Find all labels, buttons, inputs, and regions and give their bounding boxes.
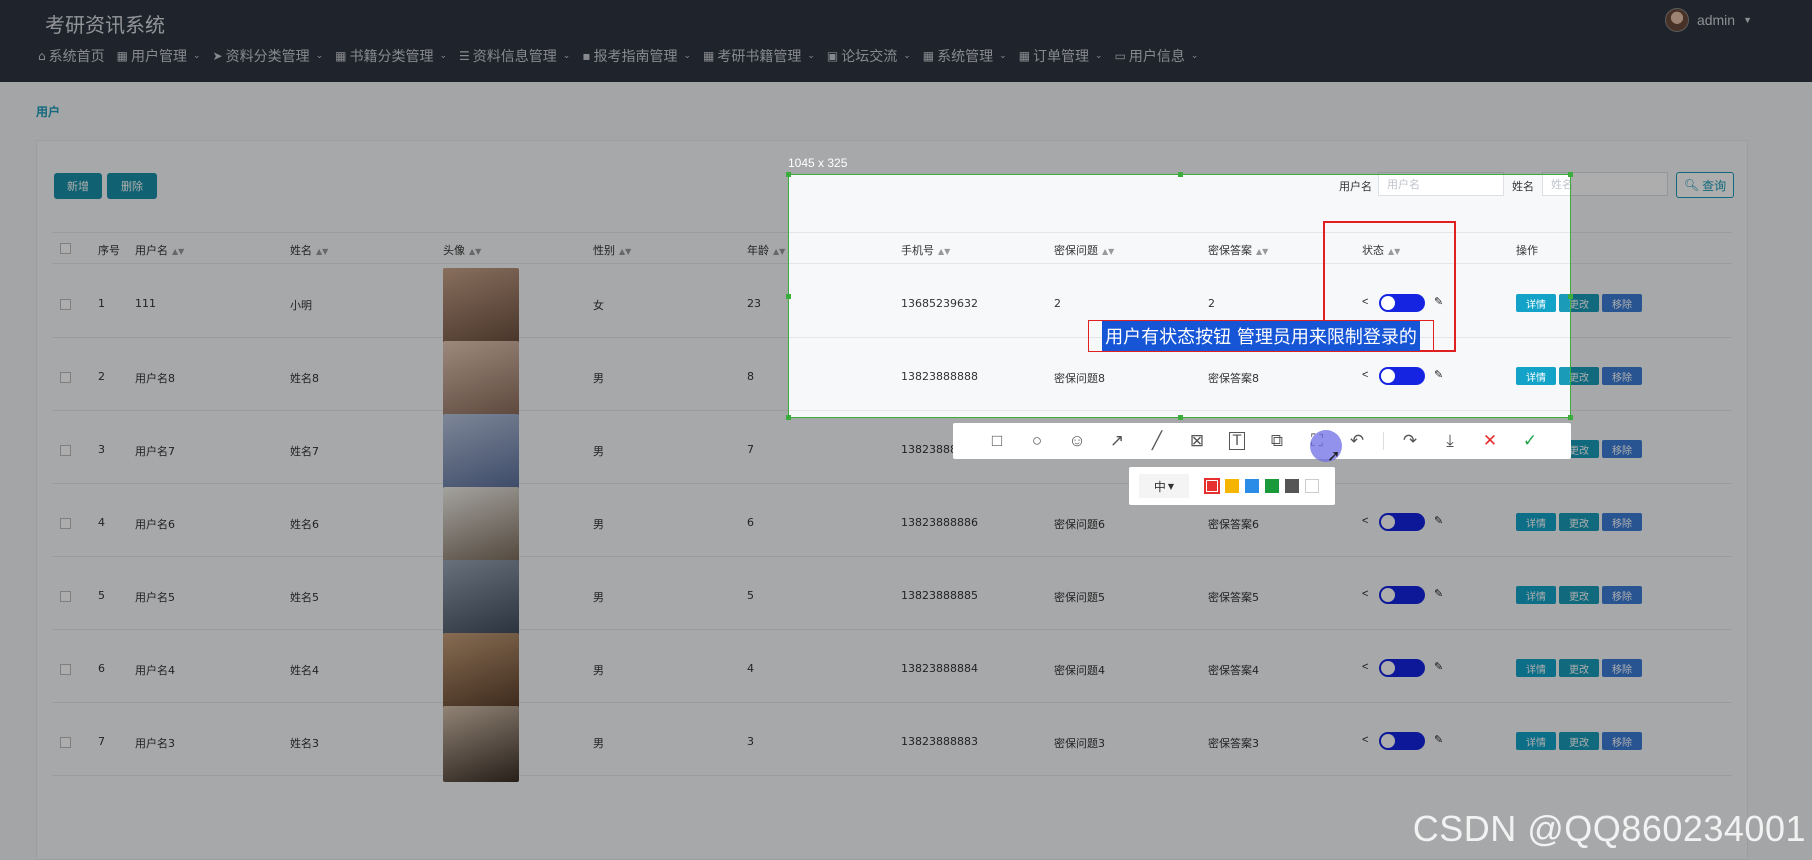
mouse-pointer-icon: ➚ [1327,448,1341,465]
rectangle-icon[interactable]: □ [977,426,1017,456]
undo-icon[interactable]: ↶ [1337,426,1377,456]
dim-overlay [0,418,1812,860]
redo-icon[interactable]: ↷ [1390,426,1430,456]
resize-handle[interactable] [1568,294,1573,299]
divider [1383,432,1384,450]
annotation-text-box[interactable]: 用户有状态按钮 管理员用来限制登录的 [1088,320,1434,352]
cancel-icon[interactable]: ✕ [1470,426,1510,456]
color-swatch[interactable] [1305,479,1319,493]
dim-overlay [1571,174,1812,418]
confirm-icon[interactable]: ✓ [1510,426,1550,456]
color-swatch[interactable] [1204,478,1220,494]
text-icon[interactable]: T [1217,426,1257,456]
font-size-value: 中 [1153,479,1166,494]
download-icon[interactable]: ⤓ [1430,426,1470,456]
dim-overlay [0,0,1812,174]
copy-icon[interactable]: ⧉ [1257,426,1297,456]
color-palette: 中 ▼ [1129,467,1335,505]
selection-size-label: 1045 x 325 [788,156,848,170]
resize-handle[interactable] [786,415,791,420]
font-size-select[interactable]: 中 ▼ [1139,474,1189,498]
ellipse-icon[interactable]: ○ [1017,426,1057,456]
chevron-down-icon: ▼ [1167,481,1175,491]
resize-handle[interactable] [786,172,791,177]
color-swatch[interactable] [1285,479,1299,493]
pen-icon[interactable]: ╱ [1137,426,1177,456]
watermark: CSDN @QQ860234001 [1412,808,1806,849]
screenshot-toolbar: □ ○ ☺ ↗ ╱ ⊠ T ⧉ ⛶ ↶ ↷ ⤓ ✕ ✓ [953,423,1571,459]
arrow-icon[interactable]: ↗ [1097,426,1137,456]
resize-handle[interactable] [786,294,791,299]
annotation-text: 用户有状态按钮 管理员用来限制登录的 [1102,321,1420,351]
resize-handle[interactable] [1178,415,1183,420]
color-swatch[interactable] [1225,479,1239,493]
resize-handle[interactable] [1568,415,1573,420]
color-swatch[interactable] [1245,479,1259,493]
resize-handle[interactable] [1568,172,1573,177]
mosaic-icon[interactable]: ⊠ [1177,426,1217,456]
emoji-icon[interactable]: ☺ [1057,426,1097,456]
color-swatch[interactable] [1265,479,1279,493]
resize-handle[interactable] [1178,172,1183,177]
dim-overlay [0,174,788,418]
